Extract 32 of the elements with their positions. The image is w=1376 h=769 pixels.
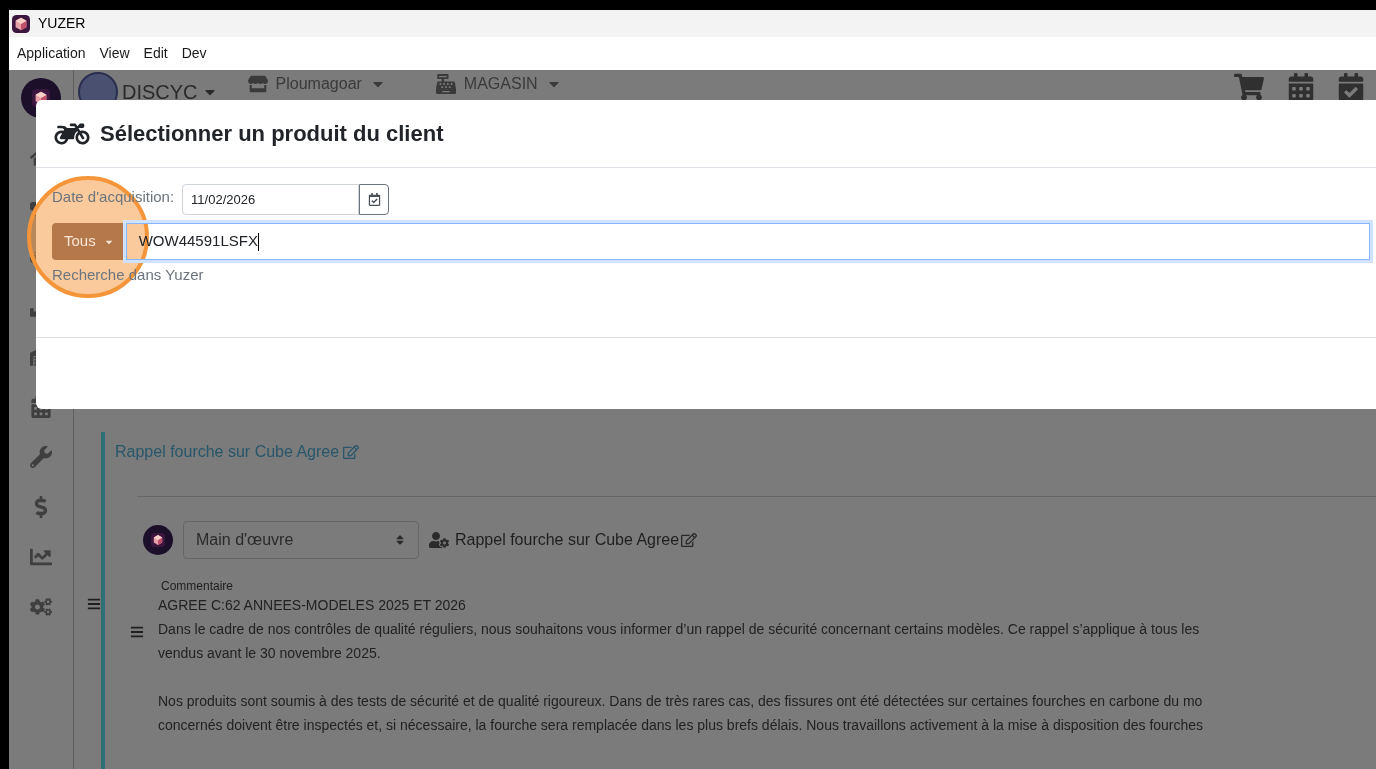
modal-title: Sélectionner un produit du client xyxy=(100,120,444,148)
calendar-check-icon[interactable] xyxy=(1338,73,1364,101)
store-icon xyxy=(247,74,268,94)
menu-item[interactable]: Edit xyxy=(143,43,168,64)
menu-item[interactable]: Dev xyxy=(181,43,207,64)
comment-text: Dans le cadre de nos contrôles de qualité réguliers, nous souhaitons vous informer d’un rappel de sécurité concernant certains modèles. Ce rappel s’applique à tous les xyxy=(158,620,1201,639)
comment-text: AGREE C:62 ANNEES-MODELES 2025 ET 2026 xyxy=(158,596,467,615)
date-field[interactable]: 11/02/2026 xyxy=(182,184,360,215)
menu-icon[interactable] xyxy=(87,597,101,611)
calendar-icon[interactable] xyxy=(1288,73,1314,101)
comment-text: vendus avant le 30 novembre 2025. xyxy=(158,644,382,663)
chart-icon[interactable] xyxy=(30,546,52,568)
menu-item[interactable]: Application xyxy=(17,43,86,64)
comment-text: concernés doivent être inspectés et, si nécessaire, la fourche sera remplacée dans les plus brefs délais. Nous travaillons activement à la mise à disposition des fourches xyxy=(158,716,1204,735)
sort-icon xyxy=(394,534,406,546)
comment-label: Commentaire xyxy=(161,578,235,593)
cart-icon[interactable] xyxy=(1234,72,1264,102)
labor-title: Rappel fourche sur Cube Agree xyxy=(455,530,680,550)
menu-item[interactable]: View xyxy=(99,43,130,64)
gears-icon[interactable] xyxy=(30,596,52,618)
calendar-icon xyxy=(367,193,381,206)
user-gear-icon xyxy=(429,531,449,549)
edit-icon[interactable] xyxy=(681,532,698,548)
comment-text: Nos produits sont soumis à des tests de sécurité et de qualité rigoureux. Dans de très rares cas, des fissures ont été détectées sur certaines fourches en carbone du mo xyxy=(158,692,1204,711)
calendar-button[interactable] xyxy=(359,184,390,215)
app-logo-icon xyxy=(12,14,30,33)
register-icon xyxy=(435,74,456,94)
window-title: YUZER xyxy=(38,14,86,33)
date-label: Date d'acquisition: xyxy=(52,187,175,208)
menu-icon[interactable] xyxy=(130,625,144,639)
wrench-icon[interactable] xyxy=(30,446,52,468)
cube-icon xyxy=(151,533,165,547)
